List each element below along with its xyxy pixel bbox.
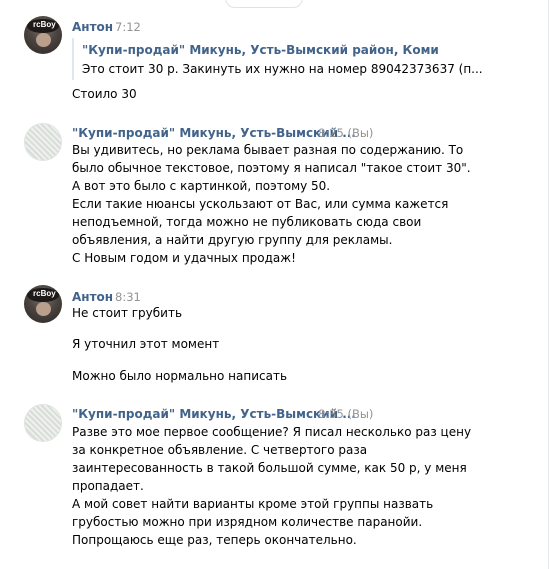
forward-quote-bar bbox=[72, 38, 74, 80]
message-time[interactable]: 7:12 bbox=[115, 20, 141, 34]
avatar-logo-text: rcBoy bbox=[33, 20, 56, 29]
author-name[interactable]: "Купи-продай" Микунь, Усть-Вымский ... bbox=[72, 407, 356, 421]
message-text-line: Попрощаюсь еще раз, теперь окончательно. bbox=[72, 533, 357, 547]
message-text-line: было обычное текстовое, поэтому я написа… bbox=[72, 161, 471, 175]
message-time[interactable]: 8:31 bbox=[115, 290, 141, 304]
message-text-line: А вот это было с картинкой, поэтому 50. bbox=[72, 179, 331, 193]
forward-text[interactable]: Это стоит 30 р. Закинуть их нужно на ном… bbox=[82, 62, 483, 76]
message-text-line: неподъемной, тогда можно не публиковать … bbox=[72, 215, 422, 229]
message-text-line: А мой совет найти варианты кроме этой гр… bbox=[72, 497, 434, 511]
message-text-line: пропадает. bbox=[72, 479, 144, 493]
message-text: Не стоит грубить bbox=[72, 306, 183, 320]
message-text-line: объявления, а найти другую группу для ре… bbox=[72, 233, 393, 247]
avatar[interactable] bbox=[24, 123, 62, 161]
author-name[interactable]: Антон bbox=[72, 20, 113, 34]
avatar-face bbox=[36, 302, 51, 316]
avatar[interactable]: rcBoy bbox=[24, 16, 62, 54]
message-time[interactable]: 8:35 (Вы) bbox=[318, 407, 373, 421]
message-text-line: Вы удивитесь, но реклама бывает разная п… bbox=[72, 143, 464, 157]
message-text: Можно было нормально написать bbox=[72, 369, 288, 383]
forward-title[interactable]: "Купи-продай" Микунь, Усть-Вымский район… bbox=[82, 43, 439, 57]
message-time[interactable]: 8:25 (Вы) bbox=[318, 126, 373, 140]
avatar[interactable]: rcBoy bbox=[24, 285, 62, 323]
message-text-line: Разве это мое первое сообщение? Я писал … bbox=[72, 425, 472, 439]
author-name[interactable]: "Купи-продай" Микунь, Усть-Вымский ... bbox=[72, 126, 356, 140]
scroll-indicator bbox=[225, 0, 303, 8]
message-text-line: грубостью можно при изрядном количестве … bbox=[72, 515, 423, 529]
message-text-line: заинтересованность в такой большой сумме… bbox=[72, 461, 467, 475]
avatar-logo-text: rcBoy bbox=[33, 289, 56, 298]
message-text-line: С Новым годом и удачных продаж! bbox=[72, 251, 296, 265]
message-text: Стоило 30 bbox=[72, 87, 137, 101]
author-name[interactable]: Антон bbox=[72, 290, 113, 304]
message-text: Я уточнил этот момент bbox=[72, 337, 220, 351]
message-text-line: Если такие нюансы ускользают от Вас, или… bbox=[72, 197, 449, 211]
avatar-face bbox=[36, 33, 51, 47]
message-text-line: за конкретное объявление. С четвертого р… bbox=[72, 443, 368, 457]
avatar[interactable] bbox=[24, 404, 62, 442]
